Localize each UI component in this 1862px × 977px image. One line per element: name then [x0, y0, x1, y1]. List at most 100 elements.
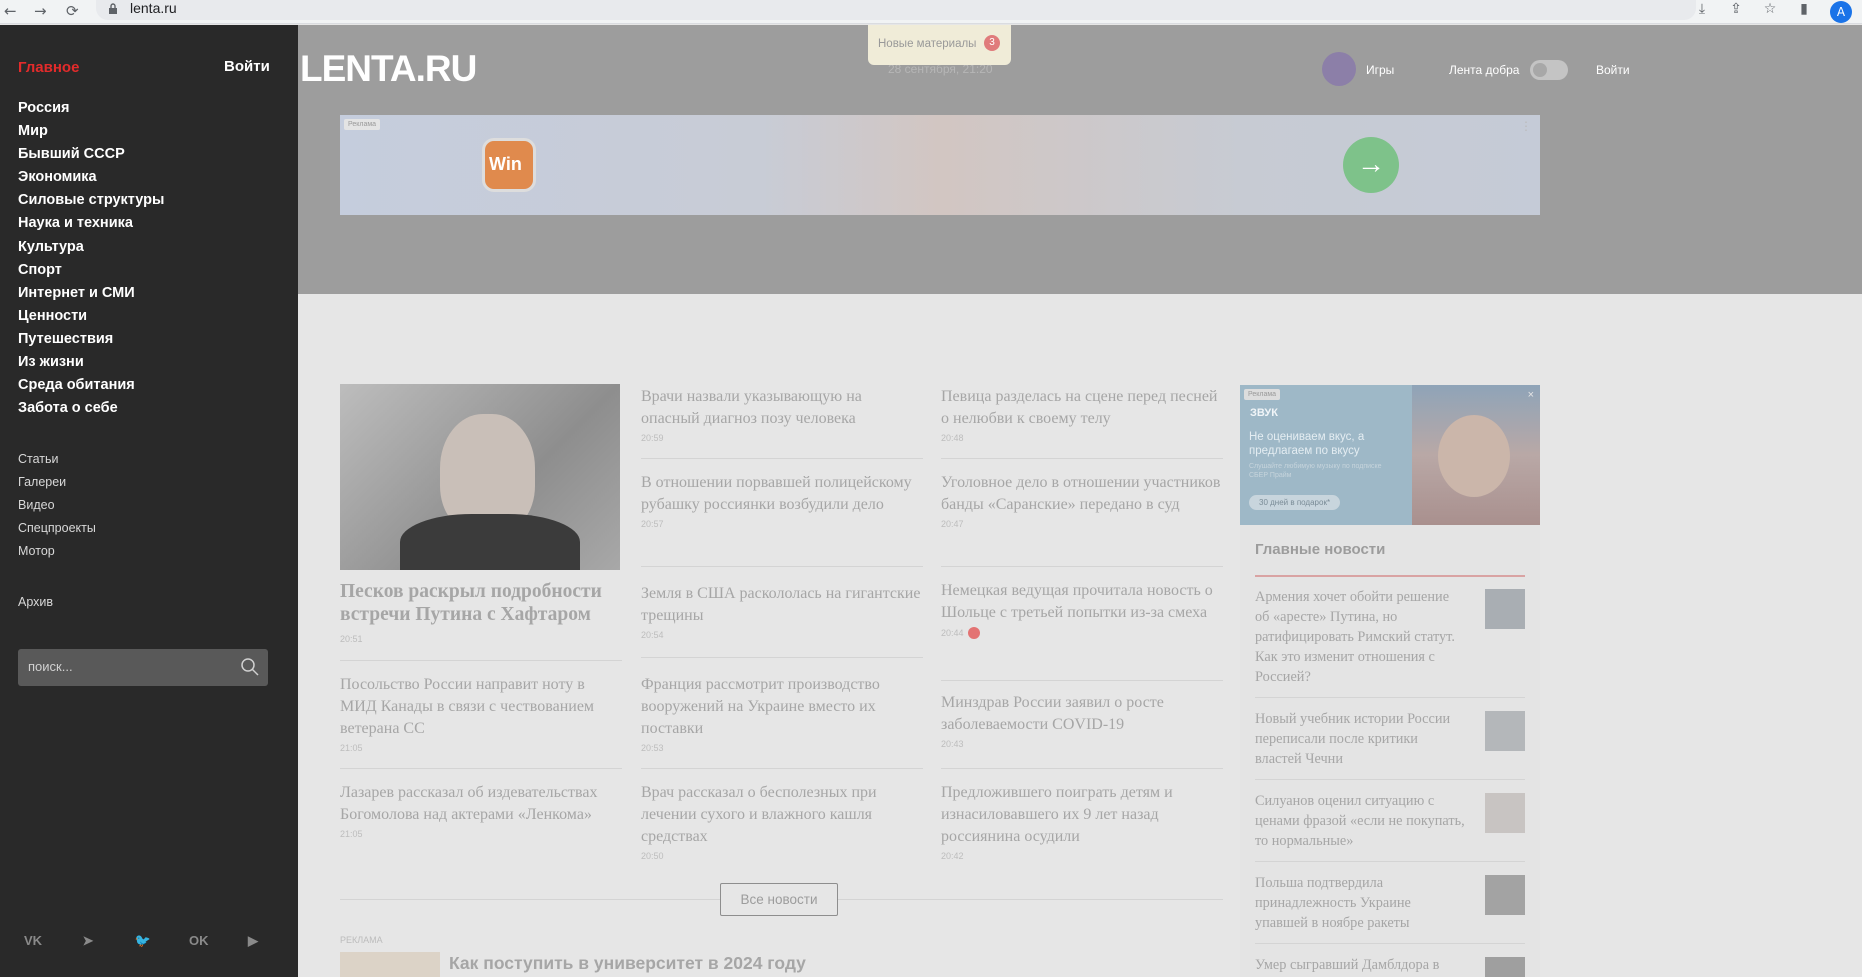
promo-title[interactable]: Как поступить в университет в 2024 году	[449, 953, 806, 974]
divider	[340, 899, 720, 900]
news-time: 20:43	[941, 739, 964, 749]
reload-icon[interactable]: ⟳	[66, 2, 79, 20]
sidebar-item-video[interactable]: Видео	[18, 494, 96, 517]
sidebar-item-environment[interactable]: Среда обитания	[18, 374, 164, 397]
news-item[interactable]: В отношении порвавшей полицейскому рубаш…	[641, 472, 923, 529]
close-icon[interactable]: ×	[1528, 389, 1534, 401]
top-news-heading[interactable]: Главные новости	[1255, 541, 1385, 558]
news-title[interactable]: Земля в США раскололась на гигантские тр…	[641, 583, 923, 627]
search-icon[interactable]	[240, 657, 260, 677]
news-title[interactable]: Минздрав России заявил о росте заболевае…	[941, 692, 1223, 736]
top-news-title[interactable]: Новый учебник истории России переписали …	[1255, 709, 1465, 769]
sidebar-toggle-icon[interactable]: ▮	[1796, 1, 1812, 17]
share-icon[interactable]: ⇪	[1728, 1, 1744, 17]
sidebar-item-special-projects[interactable]: Спецпроекты	[18, 517, 96, 540]
news-item[interactable]: Минздрав России заявил о росте заболевае…	[941, 692, 1223, 749]
news-item[interactable]: Предложившего поиграть детям и изнасилов…	[941, 782, 1223, 861]
sidebar-home-link[interactable]: Главное	[18, 59, 79, 76]
odnoklassniki-icon[interactable]: OK	[189, 933, 209, 949]
sidebar-item-economy[interactable]: Экономика	[18, 166, 164, 189]
sidebar-item-world[interactable]: Мир	[18, 120, 164, 143]
install-icon[interactable]: ⤓	[1694, 1, 1710, 17]
news-title[interactable]: Врач рассказал о бесполезных при лечении…	[641, 782, 923, 848]
sidebar-item-internet-media[interactable]: Интернет и СМИ	[18, 282, 164, 305]
news-item[interactable]: Посольство России направит ноту в МИД Ка…	[340, 674, 622, 753]
news-title[interactable]: Врачи назвали указывающую на опасный диа…	[641, 386, 923, 430]
news-time: 20:42	[941, 851, 964, 861]
divider	[641, 768, 923, 769]
all-news-button[interactable]: Все новости	[720, 883, 838, 916]
news-item[interactable]: Лазарев рассказал об издевательствах Бог…	[340, 782, 622, 839]
top-news-item[interactable]: Силуанов оценил ситуацию с ценами фразой…	[1255, 791, 1525, 851]
top-ad-banner[interactable]: Реклама Win → ⋮	[340, 115, 1540, 215]
news-item[interactable]: Немецкая ведущая прочитала новость о Шол…	[941, 580, 1223, 639]
news-item[interactable]: Уголовное дело в отношении участников ба…	[941, 472, 1223, 529]
sidebar-item-motor[interactable]: Мотор	[18, 540, 96, 563]
browser-toolbar: ← → ⟳ lenta.ru ⤓ ⇪ ☆ ▮ A	[0, 0, 1862, 24]
news-item[interactable]: Певица разделась на сцене перед песней о…	[941, 386, 1223, 443]
sidebar-item-sport[interactable]: Спорт	[18, 259, 164, 282]
sidebar-item-archive[interactable]: Архив	[18, 595, 53, 609]
twitter-icon[interactable]: 🐦	[134, 933, 152, 949]
new-materials-button[interactable]: Новые материалы 3	[868, 25, 1011, 65]
games-link[interactable]: Игры	[1366, 63, 1394, 77]
news-item[interactable]: Земля в США раскололась на гигантские тр…	[641, 583, 923, 640]
news-title[interactable]: Певица разделась на сцене перед песней о…	[941, 386, 1223, 430]
forward-icon[interactable]: →	[34, 2, 47, 20]
right-ad-banner[interactable]: Реклама ЗВУК Не оцениваем вкус, а предла…	[1240, 385, 1540, 525]
sidebar-item-former-ussr[interactable]: Бывший СССР	[18, 143, 164, 166]
top-news-title[interactable]: Армения хочет обойти решение об «аресте»…	[1255, 587, 1465, 687]
sidebar-item-russia[interactable]: Россия	[18, 97, 164, 120]
sidebar-item-travel[interactable]: Путешествия	[18, 328, 164, 351]
top-news-title[interactable]: Умер сыгравший Дамблдора в	[1255, 955, 1465, 975]
search-input[interactable]	[28, 659, 228, 674]
sidebar-item-security-forces[interactable]: Силовые структуры	[18, 189, 164, 212]
ad-cta-button[interactable]: 30 дней в подарок*	[1249, 495, 1341, 510]
news-item[interactable]: Врач рассказал о бесполезных при лечении…	[641, 782, 923, 861]
vk-icon[interactable]: VK	[24, 933, 42, 949]
sidebar-item-articles[interactable]: Статьи	[18, 448, 96, 471]
news-title[interactable]: Посольство России направит ноту в МИД Ка…	[340, 674, 622, 740]
news-title[interactable]: Лазарев рассказал об издевательствах Бог…	[340, 782, 622, 826]
top-news-title[interactable]: Польша подтвердила принадлежность Украин…	[1255, 873, 1465, 933]
arrow-right-icon[interactable]: →	[1343, 137, 1399, 193]
top-news-item[interactable]: Новый учебник истории России переписали …	[1255, 709, 1525, 769]
sidebar-item-life[interactable]: Из жизни	[18, 351, 164, 374]
ad-photo-head	[1438, 415, 1510, 497]
site-logo[interactable]: LENTA.RU	[300, 48, 477, 90]
news-title[interactable]: Франция рассмотрит производство вооружен…	[641, 674, 923, 740]
youtube-icon[interactable]: ▶	[244, 933, 262, 949]
header-login-link[interactable]: Войти	[1596, 63, 1630, 77]
top-news-title[interactable]: Силуанов оценил ситуацию с ценами фразой…	[1255, 791, 1465, 851]
bookmark-star-icon[interactable]: ☆	[1762, 1, 1778, 17]
sidebar-item-values[interactable]: Ценности	[18, 305, 164, 328]
address-bar[interactable]	[96, 0, 1696, 20]
main-story-title[interactable]: Песков раскрыл подробности встречи Путин…	[340, 580, 622, 626]
divider	[1255, 861, 1525, 862]
main-story-image[interactable]	[340, 384, 620, 570]
sidebar-item-science[interactable]: Наука и техника	[18, 212, 164, 235]
back-icon[interactable]: ←	[4, 2, 17, 20]
news-title[interactable]: Уголовное дело в отношении участников ба…	[941, 472, 1223, 516]
address-text[interactable]: lenta.ru	[130, 0, 177, 16]
kindness-feed-toggle[interactable]	[1530, 60, 1568, 80]
sidebar-login-link[interactable]: Войти	[224, 58, 270, 75]
news-title[interactable]: В отношении порвавшей полицейскому рубаш…	[641, 472, 923, 516]
top-news-item[interactable]: Умер сыгравший Дамблдора в	[1255, 955, 1525, 977]
sidebar-item-self-care[interactable]: Забота о себе	[18, 397, 164, 420]
top-news-item[interactable]: Польша подтвердила принадлежность Украин…	[1255, 873, 1525, 933]
divider	[838, 899, 1223, 900]
news-item[interactable]: Франция рассмотрит производство вооружен…	[641, 674, 923, 753]
news-title[interactable]: Немецкая ведущая прочитала новость о Шол…	[941, 580, 1223, 624]
news-item[interactable]: Врачи назвали указывающую на опасный диа…	[641, 386, 923, 443]
more-options-icon[interactable]: ⋮	[1520, 119, 1532, 133]
sidebar-item-galleries[interactable]: Галереи	[18, 471, 96, 494]
top-news-item[interactable]: Армения хочет обойти решение об «аресте»…	[1255, 587, 1525, 687]
games-icon[interactable]	[1322, 52, 1356, 86]
news-title[interactable]: Предложившего поиграть детям и изнасилов…	[941, 782, 1223, 848]
divider	[941, 458, 1223, 459]
sidebar-item-culture[interactable]: Культура	[18, 236, 164, 259]
promo-image[interactable]	[340, 952, 440, 977]
telegram-icon[interactable]: ➤	[79, 933, 97, 949]
profile-avatar[interactable]: A	[1830, 1, 1852, 23]
